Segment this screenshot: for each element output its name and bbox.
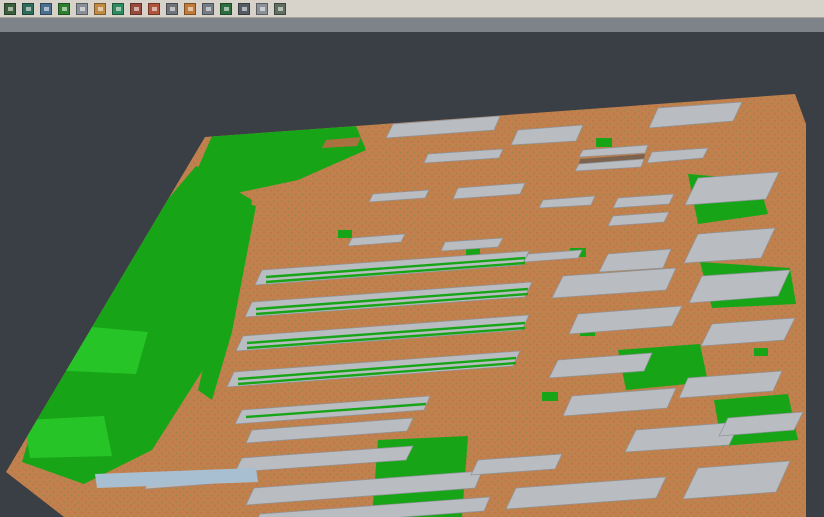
layers-icon[interactable] (2, 1, 18, 16)
target-icon[interactable] (146, 1, 162, 16)
colorize-icon[interactable] (92, 1, 108, 16)
terrain-icon[interactable] (38, 1, 54, 16)
point-cloud-render (0, 32, 824, 517)
viewport-3d[interactable] (0, 32, 824, 517)
vegetation-icon[interactable] (56, 1, 72, 16)
settings-icon[interactable] (164, 1, 180, 16)
app-window (0, 0, 824, 517)
info-icon[interactable] (272, 1, 288, 16)
globe-icon[interactable] (110, 1, 126, 16)
grid-icon[interactable] (74, 1, 90, 16)
toolbar-icons (2, 1, 288, 16)
points-icon[interactable] (20, 1, 36, 16)
measure-icon[interactable] (128, 1, 144, 16)
tree-icon[interactable] (218, 1, 234, 16)
toolbar (0, 0, 824, 18)
print-icon[interactable] (254, 1, 270, 16)
profile-icon[interactable] (236, 1, 252, 16)
toolbar-separator-band (0, 18, 824, 32)
crop-icon[interactable] (182, 1, 198, 16)
pan-icon[interactable] (200, 1, 216, 16)
